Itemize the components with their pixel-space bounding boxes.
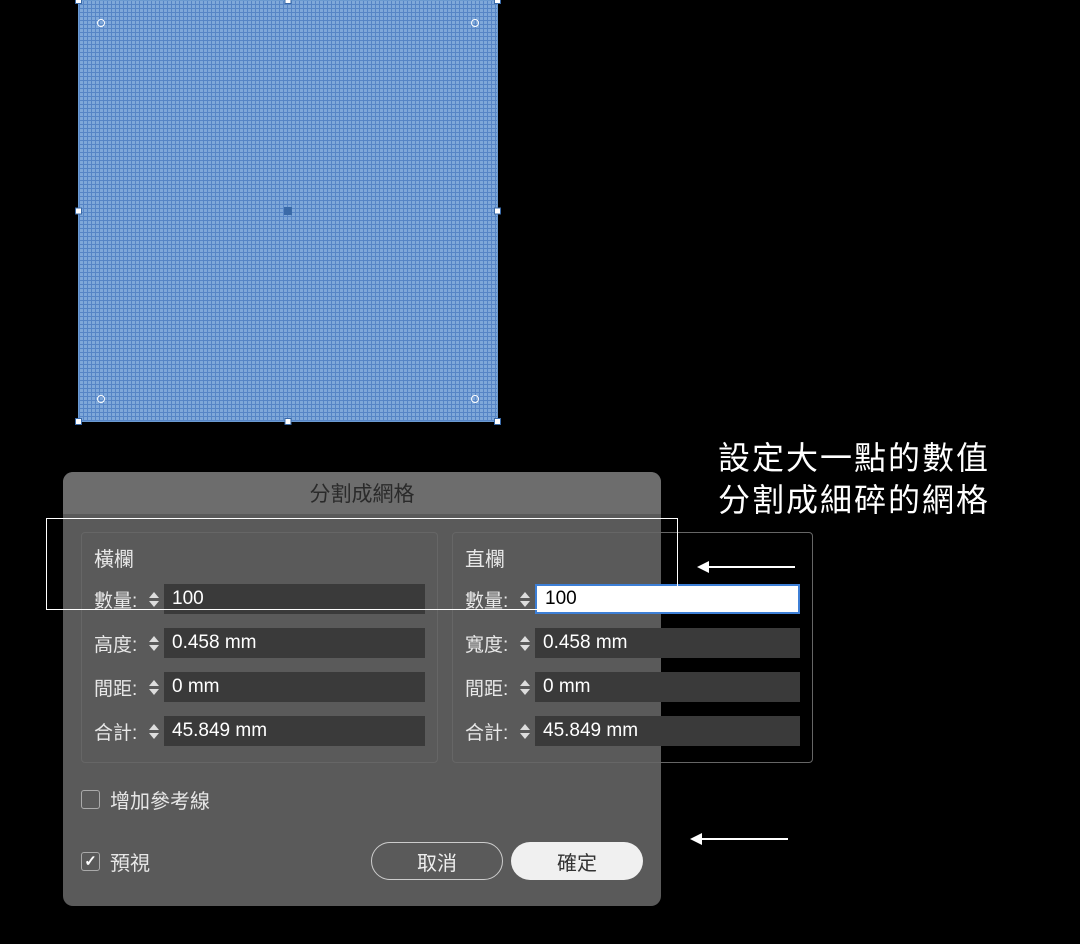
annotation-arrow-icon [692,838,788,840]
rows-count-input[interactable] [164,584,425,614]
rows-total-stepper[interactable] [146,716,162,746]
corner-widget-tr-icon[interactable] [471,19,479,27]
cancel-button[interactable]: 取消 [371,842,503,880]
cols-width-label: 寬度: [465,630,517,657]
resize-handle-tr[interactable] [494,0,501,4]
corner-widget-tl-icon[interactable] [97,19,105,27]
annotation-line1: 設定大一點的數值 [718,438,990,480]
canvas-grid-object[interactable] [78,0,498,422]
rows-height-label: 高度: [94,630,146,657]
cols-width-stepper[interactable] [517,628,533,658]
preview-checkbox[interactable] [81,852,100,871]
annotation-line2: 分割成細碎的網格 [718,480,990,522]
split-into-grid-dialog: 分割成網格 橫欄 數量: 高度: 間距: [63,472,661,906]
cols-count-stepper[interactable] [517,584,533,614]
cols-total-label: 合計: [465,718,517,745]
rows-height-stepper[interactable] [146,628,162,658]
cols-width-input[interactable] [535,628,800,658]
resize-handle-br[interactable] [494,418,501,425]
annotation-text: 設定大一點的數值 分割成細碎的網格 [718,438,990,521]
resize-handle-mr[interactable] [494,208,501,215]
resize-handle-bm[interactable] [285,418,292,425]
add-guides-label: 增加參考線 [110,785,210,814]
corner-widget-br-icon[interactable] [471,395,479,403]
rows-gutter-stepper[interactable] [146,672,162,702]
selection-center-icon [284,207,292,215]
rows-total-label: 合計: [94,718,146,745]
dialog-title: 分割成網格 [63,472,661,514]
ok-button[interactable]: 確定 [511,842,643,880]
resize-handle-tl[interactable] [75,0,82,4]
add-guides-checkbox[interactable] [81,790,100,809]
cols-gutter-input[interactable] [535,672,800,702]
rows-gutter-label: 間距: [94,674,146,701]
rows-gutter-input[interactable] [164,672,425,702]
rows-section-title: 橫欄 [94,543,425,572]
cols-total-stepper[interactable] [517,716,533,746]
rows-count-stepper[interactable] [146,584,162,614]
corner-widget-bl-icon[interactable] [97,395,105,403]
rows-count-label: 數量: [94,586,146,613]
annotation-arrow-icon [699,566,795,568]
cols-count-input[interactable] [535,584,800,614]
resize-handle-ml[interactable] [75,208,82,215]
cols-gutter-label: 間距: [465,674,517,701]
rows-height-input[interactable] [164,628,425,658]
rows-section: 橫欄 數量: 高度: 間距: 合計: [81,532,438,763]
cols-gutter-stepper[interactable] [517,672,533,702]
rows-total-input[interactable] [164,716,425,746]
cols-total-input[interactable] [535,716,800,746]
preview-label: 預視 [110,847,150,876]
resize-handle-bl[interactable] [75,418,82,425]
cols-count-label: 數量: [465,586,517,613]
resize-handle-tm[interactable] [285,0,292,4]
